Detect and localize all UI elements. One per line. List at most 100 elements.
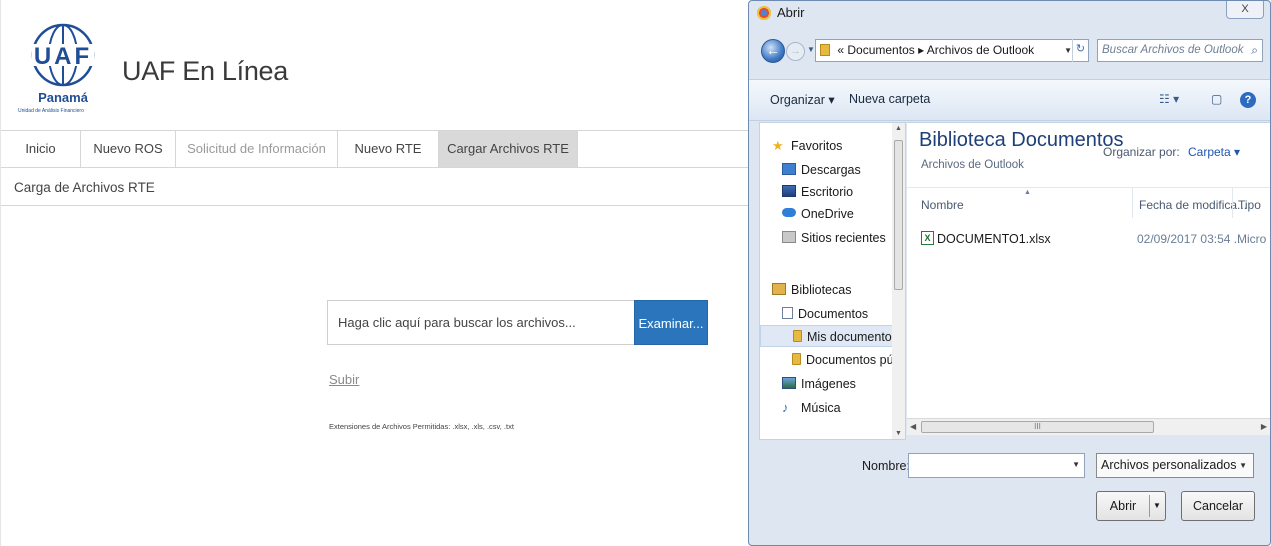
navigation-scrollbar[interactable]: ▲ ▼ [892, 122, 906, 440]
column-divider[interactable] [1232, 188, 1233, 218]
forward-button[interactable]: → [786, 42, 805, 61]
breadcrumb-separator-icon: ▸ [918, 43, 927, 57]
organize-menu[interactable]: Organizar ▾ [770, 92, 835, 107]
tree-item-escritorio[interactable]: Escritorio [782, 181, 853, 203]
tree-item-onedrive[interactable]: OneDrive [782, 203, 854, 225]
library-title: Biblioteca Documentos [919, 129, 1124, 151]
scroll-down-icon[interactable]: ▼ [895, 430, 902, 437]
svg-text:Panamá: Panamá [38, 90, 89, 105]
column-divider[interactable] [1132, 188, 1133, 218]
breadcrumb-documentos[interactable]: Documentos [847, 43, 914, 57]
horizontal-scrollbar-thumb[interactable]: III [921, 421, 1154, 433]
dialog-title: Abrir [777, 5, 805, 20]
navigation-pane: ★ Favoritos Descargas Escritorio OneDrive… [759, 122, 902, 440]
new-folder-button[interactable]: Nueva carpeta [849, 92, 930, 106]
address-dropdown-icon[interactable]: ▼ [1064, 40, 1072, 61]
nav-inicio[interactable]: Inicio [1, 131, 81, 167]
file-type-dropdown-icon[interactable]: ▼ [1239, 454, 1247, 477]
browse-button[interactable]: Examinar... [634, 300, 708, 345]
file-type: Micro [1237, 232, 1267, 246]
nav-solicitud-informacion: Solicitud de Información [176, 131, 338, 167]
file-row[interactable]: X DOCUMENTO1.xlsx 02/09/2017 03:54 ... M… [907, 228, 1270, 250]
address-row: ← → ▼ « Documentos ▸ Archivos de Outlook… [749, 35, 1270, 75]
search-icon[interactable]: ⌕ [1251, 40, 1258, 61]
folder-icon [793, 330, 802, 342]
recent-icon [782, 231, 796, 243]
logo-subcaption: Unidad de Análisis Financiero [18, 108, 84, 114]
folder-icon [792, 353, 801, 365]
libraries-icon [772, 283, 786, 295]
filename-dropdown-icon[interactable]: ▼ [1072, 460, 1080, 469]
tree-item-bibliotecas[interactable]: Bibliotecas [772, 279, 851, 301]
arrange-by-dropdown[interactable]: Carpeta ▾ [1188, 145, 1240, 159]
nav-cargar-archivos-rte[interactable]: Cargar Archivos RTE [439, 131, 578, 167]
column-header-name[interactable]: Nombre [921, 198, 964, 212]
dialog-toolbar: Organizar ▾ Nueva carpeta ☷ ▾ ▢ ? [749, 79, 1270, 121]
filename-input[interactable]: ▼ [908, 453, 1085, 478]
help-icon[interactable]: ? [1240, 92, 1256, 108]
horizontal-scrollbar[interactable]: ◀ III ▶ [907, 418, 1270, 435]
file-list-pane: Biblioteca Documentos Archivos de Outloo… [907, 122, 1270, 418]
back-button[interactable]: ← [761, 39, 785, 63]
tree-item-descargas[interactable]: Descargas [782, 159, 861, 181]
column-header-date[interactable]: Fecha de modifica... [1139, 198, 1247, 212]
section-header: Carga de Archivos RTE [1, 168, 761, 206]
scroll-up-icon[interactable]: ▲ [895, 125, 902, 132]
scroll-right-icon[interactable]: ▶ [1261, 422, 1267, 431]
desktop-icon [782, 185, 796, 197]
folder-icon [820, 44, 830, 56]
file-path-input[interactable]: Haga clic aquí para buscar los archivos.… [327, 300, 635, 345]
tree-item-musica[interactable]: ♪ Música [782, 397, 841, 419]
search-placeholder: Buscar Archivos de Outlook [1102, 44, 1244, 56]
arrange-by-label: Organizar por: [1103, 145, 1180, 159]
breadcrumb-archivos-outlook[interactable]: Archivos de Outlook [927, 43, 1034, 57]
sort-indicator-icon: ▲ [1024, 189, 1031, 196]
change-view-icon[interactable]: ☷ ▾ [1159, 92, 1179, 106]
file-date: 02/09/2017 03:54 ... [1137, 232, 1244, 246]
star-icon: ★ [772, 138, 784, 153]
close-button[interactable]: X [1226, 1, 1264, 19]
column-header-type[interactable]: Tipo [1238, 198, 1261, 212]
open-button-label[interactable]: Abrir [1097, 492, 1149, 520]
upload-link[interactable]: Subir [329, 372, 359, 387]
documents-icon [782, 307, 793, 319]
cancel-button[interactable]: Cancelar [1181, 491, 1255, 521]
open-button[interactable]: Abrir ▼ [1096, 491, 1166, 521]
open-split-dropdown-icon[interactable]: ▼ [1149, 495, 1164, 517]
onedrive-icon [782, 208, 796, 217]
open-file-dialog: Abrir X ← → ▼ « Documentos ▸ Archivos de… [748, 0, 1271, 546]
search-input[interactable]: Buscar Archivos de Outlook ⌕ [1097, 39, 1263, 62]
scrollbar-thumb[interactable] [894, 140, 903, 290]
nav-nuevo-rte[interactable]: Nuevo RTE [338, 131, 439, 167]
filename-label: Nombre: [862, 459, 910, 473]
allowed-extensions-note: Extensiones de Archivos Permitidas: .xls… [329, 422, 514, 431]
app-title: UAF En Línea [122, 56, 288, 86]
column-header-row: ▲ Nombre Fecha de modifica... Tipo [907, 187, 1270, 218]
web-app: UAF Panamá Unidad de Análisis Financiero… [0, 0, 761, 546]
section-title: Carga de Archivos RTE [14, 180, 155, 195]
tree-item-imagenes[interactable]: Imágenes [782, 373, 856, 395]
scroll-left-icon[interactable]: ◀ [910, 422, 916, 431]
main-nav: Inicio Nuevo ROS Solicitud de Informació… [1, 130, 761, 168]
file-type-select[interactable]: Archivos personalizados ▼ [1096, 453, 1254, 478]
address-bar[interactable]: « Documentos ▸ Archivos de Outlook ▼ [815, 39, 1089, 62]
tree-item-mis-documentos[interactable]: Mis documentos [760, 325, 901, 347]
downloads-icon [782, 163, 796, 175]
refresh-icon[interactable]: ↻ [1072, 39, 1088, 62]
file-name: DOCUMENTO1.xlsx [937, 232, 1051, 246]
uaf-logo: UAF Panamá [31, 23, 95, 105]
history-dropdown-icon[interactable]: ▼ [807, 45, 815, 54]
library-subtitle: Archivos de Outlook [921, 159, 1024, 171]
tree-item-favoritos[interactable]: ★ Favoritos [772, 135, 842, 157]
tree-item-documentos[interactable]: Documentos [782, 303, 868, 325]
tree-item-sitios-recientes[interactable]: Sitios recientes [782, 227, 886, 249]
address-prefix: « [837, 43, 845, 57]
excel-file-icon: X [921, 231, 934, 245]
pictures-icon [782, 377, 796, 389]
preview-pane-icon[interactable]: ▢ [1211, 92, 1222, 106]
dialog-titlebar[interactable]: Abrir X [749, 1, 1270, 31]
music-icon: ♪ [782, 400, 789, 415]
tree-item-documentos-publicos[interactable]: Documentos públi [792, 349, 901, 371]
nav-nuevo-ros[interactable]: Nuevo ROS [81, 131, 176, 167]
svg-text:UAF: UAF [34, 43, 92, 70]
